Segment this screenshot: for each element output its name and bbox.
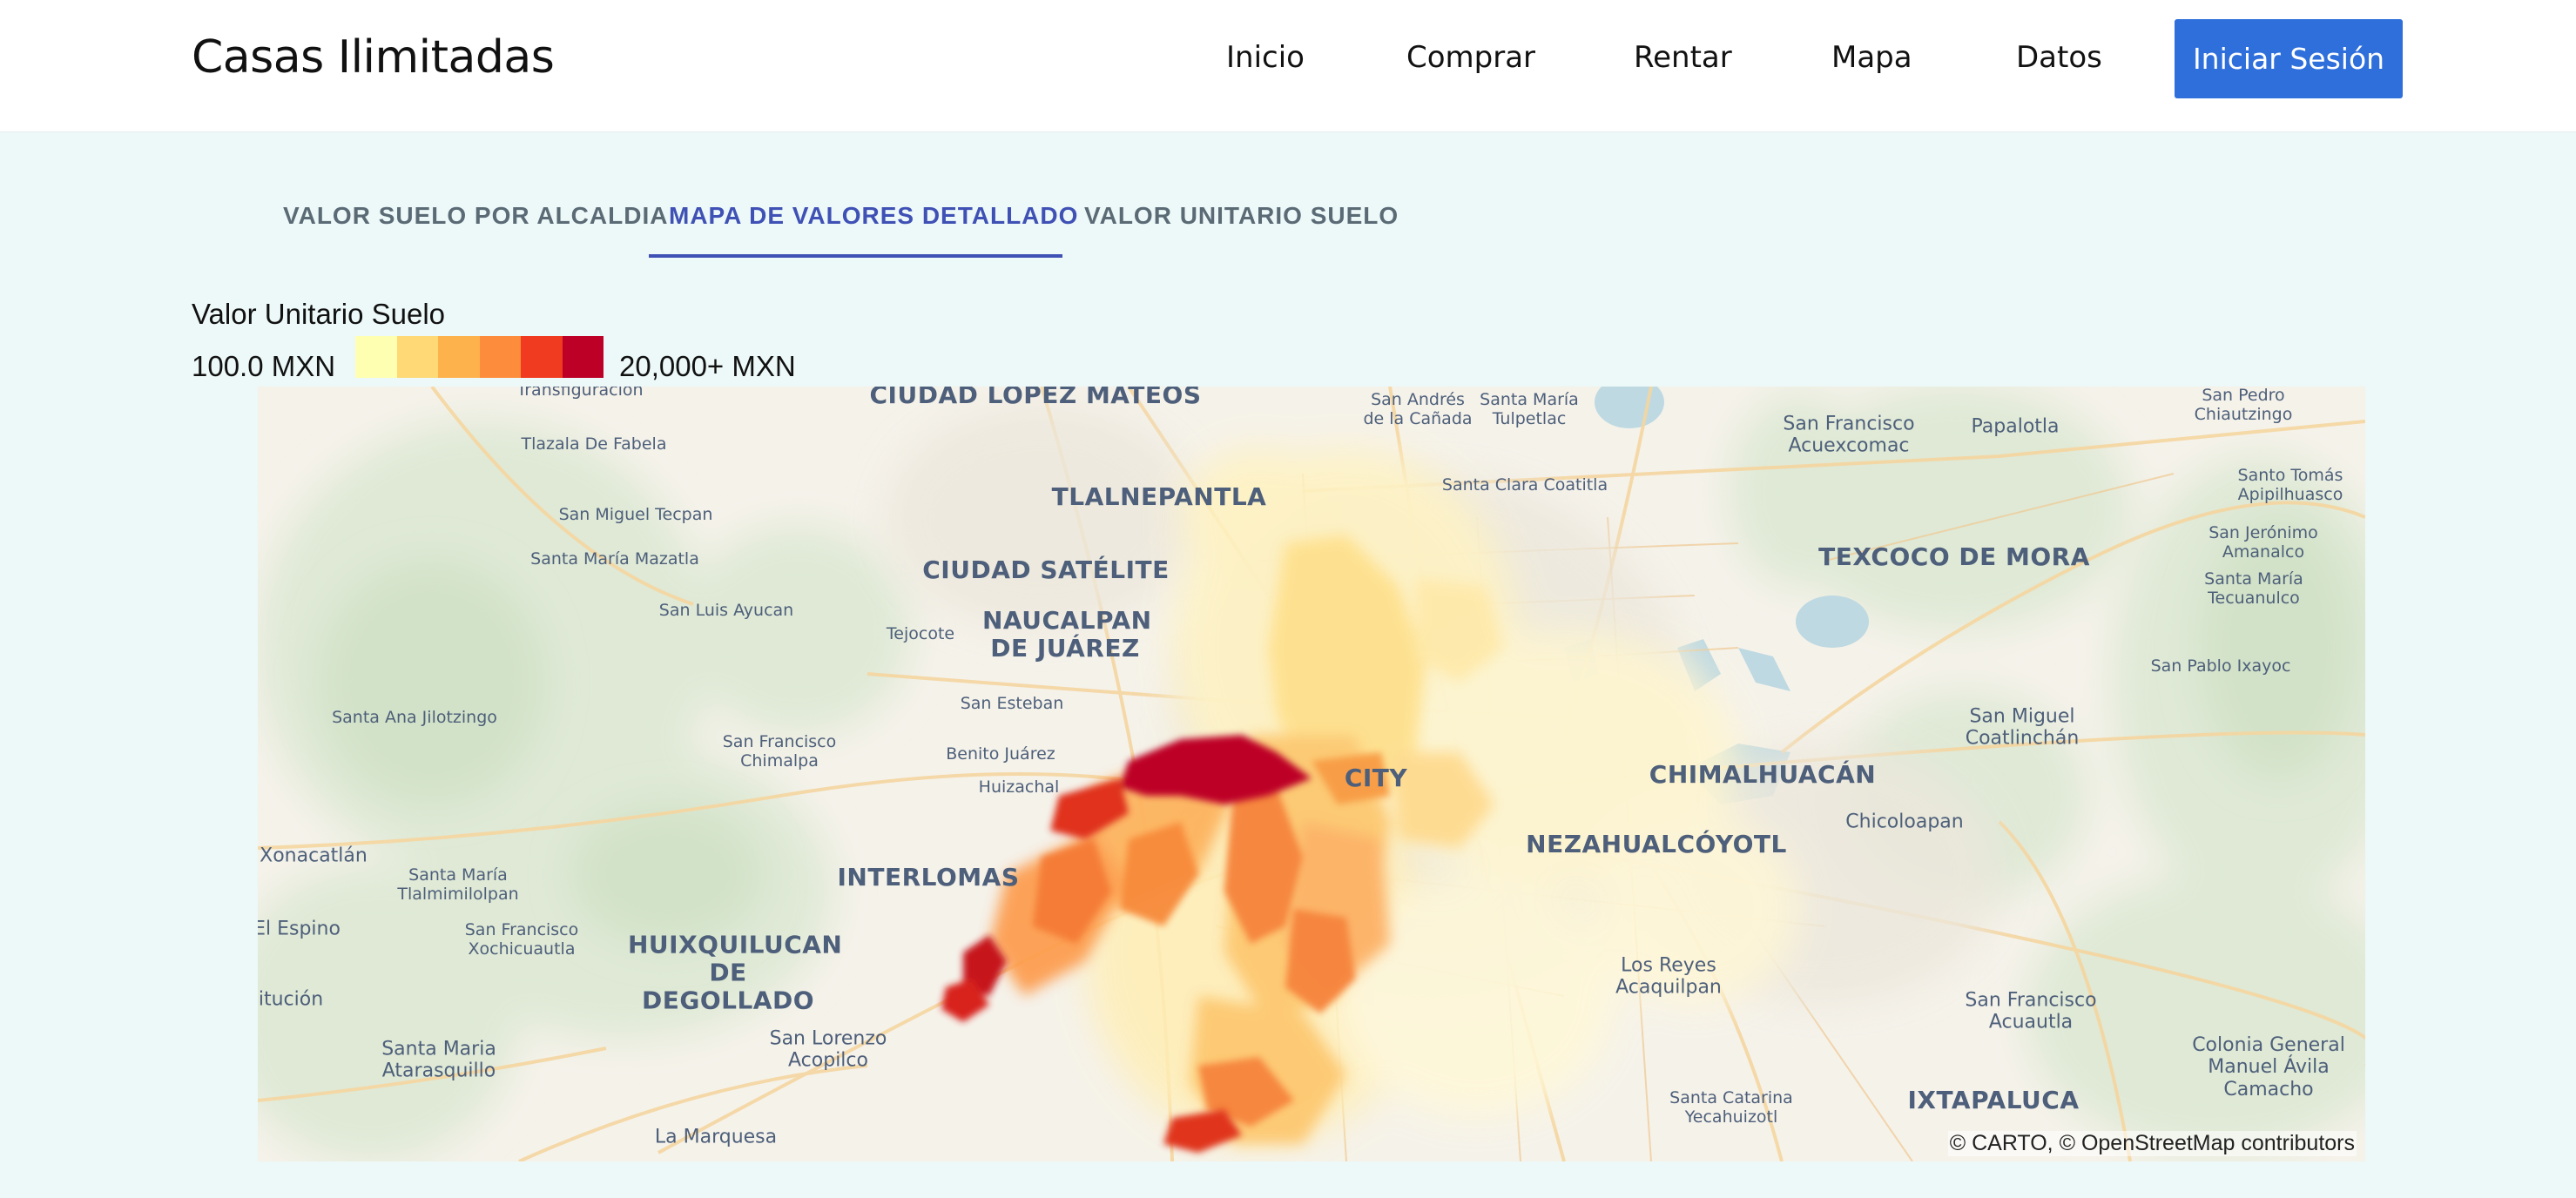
nav-datos[interactable]: Datos: [2016, 40, 2102, 75]
tab-valor-suelo-alcaldia[interactable]: VALOR SUELO POR ALCALDIA: [283, 202, 668, 230]
brand-logo-text[interactable]: Casas Ilimitadas: [192, 31, 555, 84]
land-value-map[interactable]: CIUDAD LÓPEZ MATEOS TLALNEPANTLA CIUDAD …: [258, 387, 2365, 1161]
map-label-santa-maria-mazatla: Santa María Mazatla: [530, 549, 699, 569]
map-label-naucalpan: NAUCALPAN DE JUÁREZ: [982, 605, 1152, 663]
map-label-san-francisco-acuexcomac: San Francisco Acuexcomac: [1783, 413, 1915, 457]
map-label-chicoloapan: Chicoloapan: [1845, 811, 1964, 833]
map-label-san-lorenzo-acopilco: San Lorenzo Acopilco: [769, 1027, 887, 1072]
map-label-tlalnepantla: TLALNEPANTLA: [1051, 481, 1267, 511]
map-label-nezahualcoyotl: NEZAHUALCÓYOTL: [1526, 829, 1787, 858]
nav-rentar[interactable]: Rentar: [1634, 40, 1732, 75]
legend-swatch-1: [355, 336, 397, 378]
map-label-santa-ana-jilotzingo: Santa Ana Jilotzingo: [332, 708, 497, 728]
map-label-san-miguel-tecpan: San Miguel Tecpan: [558, 505, 713, 525]
top-navbar: Casas Ilimitadas Inicio Comprar Rentar M…: [0, 0, 2576, 132]
map-label-itucion: itución: [258, 988, 324, 1011]
legend-max-label: 20,000+ MXN: [619, 350, 796, 382]
map-label-huixquilucan: HUIXQUILUCAN DE DEGOLLADO: [628, 930, 843, 1016]
active-tab-indicator: [649, 254, 1062, 258]
legend-swatch-4: [479, 336, 521, 378]
map-label-san-esteban: San Esteban: [960, 694, 1064, 714]
map-label-colonia-gral-avila-camacho: Colonia General Manuel Ávila Camacho: [2192, 1034, 2345, 1100]
map-label-san-francisco-xochicuautla: San Francisco Xochicuautla: [464, 920, 579, 959]
login-button[interactable]: Iniciar Sesión: [2175, 19, 2403, 98]
map-label-interlomas: INTERLOMAS: [837, 862, 1020, 892]
map-label-san-andres-canada: San Andrés de la Cañada: [1363, 390, 1473, 428]
map-label-tejocote: Tejocote: [886, 624, 955, 644]
legend-min-label: 100.0 MXN: [192, 350, 336, 382]
map-label-san-francisco-chimalpa: San Francisco Chimalpa: [722, 732, 837, 771]
legend-swatch-6: [562, 336, 604, 378]
map-basemap: [258, 387, 2365, 1161]
legend-swatch-5: [521, 336, 563, 378]
map-label-xonacatlan: Xonacatlán: [260, 845, 368, 867]
map-label-el-espino: El Espino: [258, 918, 341, 940]
map-label-san-francisco-acuautla: San Francisco Acuautla: [1965, 989, 2097, 1033]
map-label-transfiguracion: Transfiguración: [516, 387, 644, 400]
map-label-ixtapaluca: IXTAPALUCA: [1907, 1085, 2080, 1114]
map-label-texcoco: TEXCOCO DE MORA: [1818, 542, 2090, 571]
tab-valor-unitario-suelo[interactable]: VALOR UNITARIO SUELO: [1084, 202, 1399, 230]
nav-mapa[interactable]: Mapa: [1831, 40, 1912, 75]
map-label-san-pablo-ixayoc: San Pablo Ixayoc: [2150, 656, 2291, 676]
map-label-santo-tomas-apipilhuasco: Santo Tomás Apipilhuasco: [2237, 466, 2343, 504]
map-label-papalotla: Papalotla: [1971, 415, 2060, 438]
legend-swatch-2: [396, 336, 438, 378]
legend-color-scale: [355, 336, 604, 378]
map-label-city: CITY: [1344, 763, 1408, 792]
map-label-los-reyes-acaquilpan: Los Reyes Acaquilpan: [1615, 954, 1722, 999]
legend-title: Valor Unitario Suelo: [192, 298, 446, 330]
map-label-santa-maria-tlalmimilolpan: Santa María Tlalmimilolpan: [397, 865, 519, 904]
map-label-santa-clara-coatitla: Santa Clara Coatitla: [1441, 475, 1608, 495]
map-label-benito-juarez: Benito Juárez: [946, 744, 1055, 764]
map-label-la-marquesa: La Marquesa: [654, 1126, 778, 1148]
map-label-huizachal: Huizachal: [978, 777, 1060, 798]
map-label-san-jeronimo-amanalco: San Jerónimo Amanalco: [2208, 523, 2318, 562]
legend-swatch-3: [438, 336, 480, 378]
map-label-chimalhuacan: CHIMALHUACÁN: [1649, 759, 1877, 789]
map-label-santa-maria-tecuanulco: Santa María Tecuanulco: [2204, 569, 2303, 608]
map-label-san-miguel-coatlinchan: San Miguel Coatlinchán: [1965, 705, 2080, 750]
nav-comprar[interactable]: Comprar: [1406, 40, 1535, 75]
map-label-san-luis-ayucan: San Luis Ayucan: [658, 601, 794, 621]
map-label-santa-maria-atarasquillo: Santa Maria Atarasquillo: [381, 1038, 496, 1082]
map-label-ciudad-lopez-mateos: CIUDAD LÓPEZ MATEOS: [869, 387, 1202, 409]
map-label-san-pedro-chiautzingo: San Pedro Chiautzingo: [2194, 387, 2293, 424]
nav-inicio[interactable]: Inicio: [1226, 40, 1305, 75]
tab-mapa-valores-detallado[interactable]: MAPA DE VALORES DETALLADO: [669, 202, 1078, 230]
map-label-santa-catarina-yecahuizotl: Santa Catarina Yecahuizotl: [1669, 1088, 1793, 1127]
map-label-ciudad-satelite: CIUDAD SATÉLITE: [922, 555, 1170, 584]
map-attribution[interactable]: © CARTO, © OpenStreetMap contributors: [1947, 1131, 2357, 1156]
map-label-santa-maria-tulpetlac: Santa María Tulpetlac: [1480, 390, 1579, 428]
map-label-tlazala: Tlazala De Fabela: [521, 434, 667, 454]
